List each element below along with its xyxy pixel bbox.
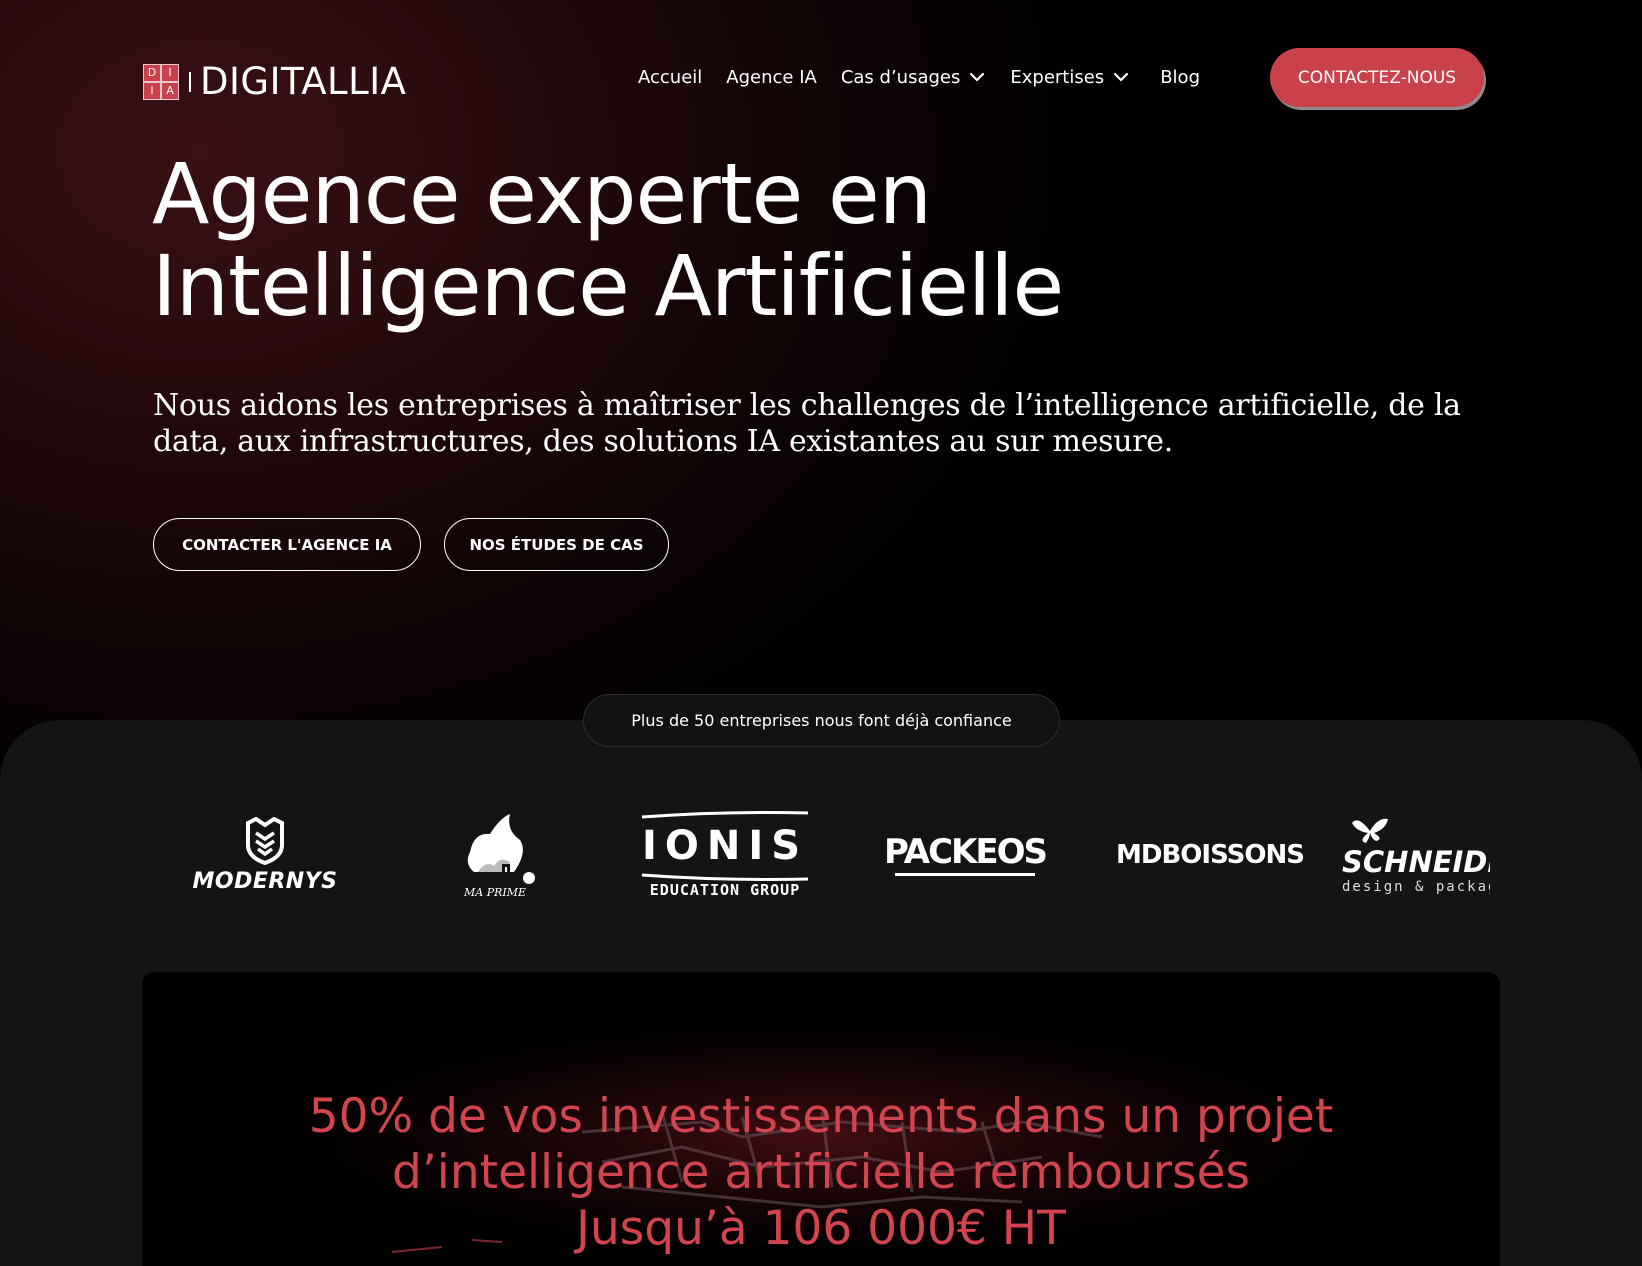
nav-item-agence-ia[interactable]: Agence IA: [726, 64, 817, 90]
logo-letter: I: [143, 81, 161, 100]
hero-title-line1: Agence experte en: [152, 145, 932, 243]
butterfly-icon: [1352, 818, 1388, 843]
client-logo-name: PACKEOS: [883, 832, 1048, 872]
brand-name: DIGITALLIA: [200, 60, 407, 103]
case-studies-button[interactable]: NOS ÉTUDES DE CAS: [444, 518, 669, 571]
nav-item-accueil[interactable]: Accueil: [638, 64, 702, 90]
logo-mark-icon: D I I A: [143, 63, 179, 100]
nav-item-label: Cas d’usages: [840, 66, 961, 88]
client-logo-schneider: SCHNEIDE design & packag: [1342, 800, 1490, 910]
nav-item-label: Expertises: [1010, 66, 1105, 88]
nav-item-label: Accueil: [638, 66, 703, 88]
client-logos: MODERNYS MA PRIME IONIS EDUCATION GROUP …: [150, 800, 1490, 910]
funding-promo-card: 50% de vos investissements dans un proje…: [142, 972, 1500, 1266]
nav-item-cas-usages[interactable]: Cas d’usages: [841, 64, 987, 90]
client-logo-name: MODERNYS: [192, 868, 338, 894]
shield-icon: [246, 816, 284, 865]
hero-subtitle: Nous aidons les entreprises à maîtriser …: [153, 388, 1461, 459]
hero-title: Agence experte en Intelligence Artificie…: [152, 148, 1152, 332]
arc-line-icon: [641, 811, 809, 819]
client-logo-subtitle: design & packag: [1342, 879, 1490, 895]
promo-line3: Jusqu’à 106 000€ HT: [576, 1201, 1066, 1256]
arc-line-icon: [641, 873, 809, 881]
client-logo-mdboissons: MDBOISSONS: [1105, 800, 1315, 910]
chevron-down-icon: [970, 72, 985, 82]
nav-item-label: Blog: [1160, 66, 1200, 88]
logo-letter: I: [161, 63, 179, 82]
main-nav: Accueil Agence IA Cas d’usages Expertise…: [638, 64, 1224, 90]
lotus-house-icon: [467, 813, 535, 884]
brand-logo[interactable]: D I I A DIGITALLIA: [143, 60, 406, 103]
logo-divider: [189, 71, 191, 92]
nav-item-label: Agence IA: [726, 66, 817, 88]
client-logo-ma-prime: MA PRIME: [440, 800, 550, 910]
client-logo-name: MA PRIME: [463, 885, 527, 899]
client-logo-name: SCHNEIDE: [1342, 845, 1490, 879]
logo-letter: A: [161, 81, 179, 100]
underline-icon: [895, 873, 1035, 876]
nav-item-blog[interactable]: Blog: [1160, 64, 1200, 90]
nav-item-expertises[interactable]: Expertises: [1010, 64, 1130, 90]
contact-agency-button[interactable]: CONTACTER L'AGENCE IA: [153, 518, 421, 571]
client-logo-modernys: MODERNYS: [180, 800, 350, 910]
client-logo-name: MDBOISSONS: [1116, 840, 1305, 870]
client-logo-packeos: PACKEOS: [884, 800, 1048, 910]
client-logo-name: IONIS: [641, 823, 809, 869]
promo-line2: d’intelligence artificielle remboursés: [392, 1145, 1250, 1200]
chevron-down-icon: [1114, 72, 1129, 82]
client-logo-subtitle: EDUCATION GROUP: [649, 881, 801, 899]
hero-title-line2: Intelligence Artificielle: [152, 237, 1064, 335]
contact-us-button[interactable]: CONTACTEZ-NOUS: [1270, 48, 1484, 107]
promo-line1: 50% de vos investissements dans un proje…: [308, 1089, 1334, 1144]
logo-letter: D: [143, 63, 161, 82]
trust-badge: Plus de 50 entreprises nous font déjà co…: [583, 694, 1060, 747]
hero-section: [0, 0, 1642, 760]
client-logo-ionis: IONIS EDUCATION GROUP: [635, 800, 815, 910]
promo-headline: 50% de vos investissements dans un proje…: [142, 1089, 1500, 1257]
